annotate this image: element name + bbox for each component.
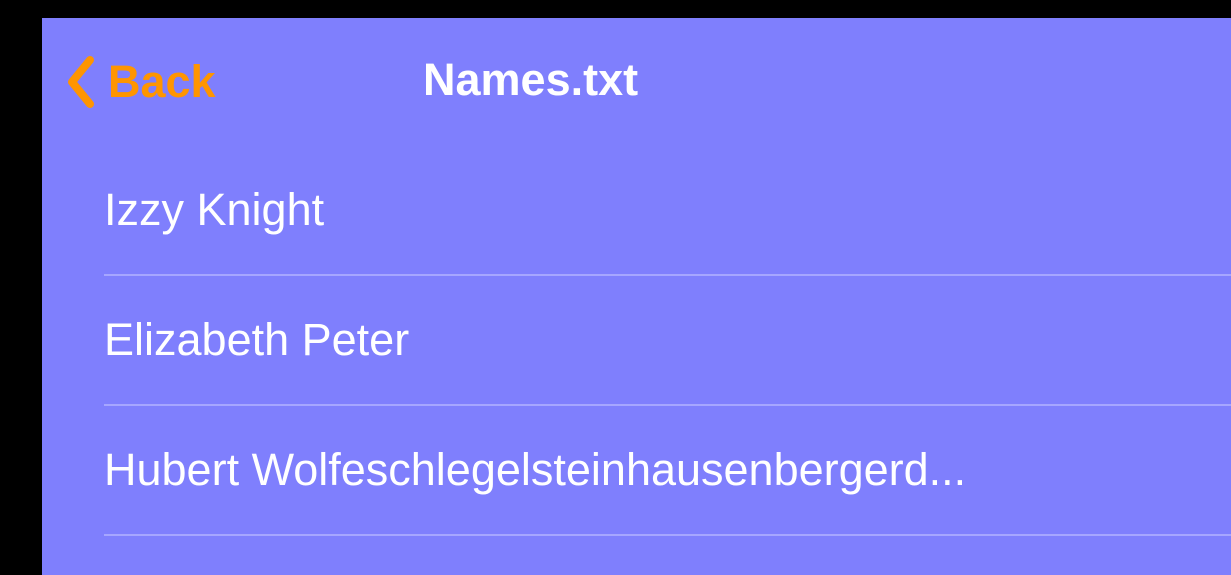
list-item-label: Elizabeth Peter: [104, 314, 410, 365]
chevron-left-icon: [68, 56, 94, 108]
app-screen: Back Names.txt Izzy Knight Elizabeth Pet…: [42, 18, 1231, 575]
names-list: Izzy Knight Elizabeth Peter Hubert Wolfe…: [42, 146, 1231, 536]
list-item[interactable]: Hubert Wolfeschlegelsteinhausenbergerd..…: [42, 406, 1231, 536]
back-button[interactable]: Back: [66, 50, 216, 114]
list-item-label: Izzy Knight: [104, 184, 325, 235]
list-item-label: Hubert Wolfeschlegelsteinhausenbergerd..…: [104, 444, 967, 495]
row-divider: [104, 534, 1231, 536]
list-item[interactable]: Izzy Knight: [42, 146, 1231, 276]
list-item[interactable]: Elizabeth Peter: [42, 276, 1231, 406]
navigation-bar: Back Names.txt: [42, 18, 1231, 146]
page-title: Names.txt: [423, 54, 639, 105]
back-button-label: Back: [108, 56, 216, 107]
